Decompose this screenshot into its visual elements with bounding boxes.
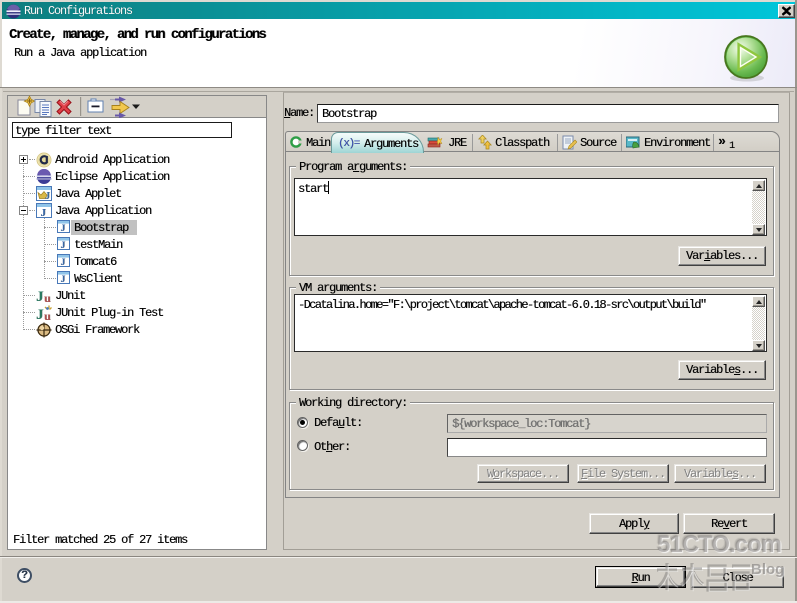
- svg-text:u: u: [44, 291, 51, 304]
- svg-text:J: J: [36, 289, 44, 304]
- svg-text:J: J: [36, 307, 44, 322]
